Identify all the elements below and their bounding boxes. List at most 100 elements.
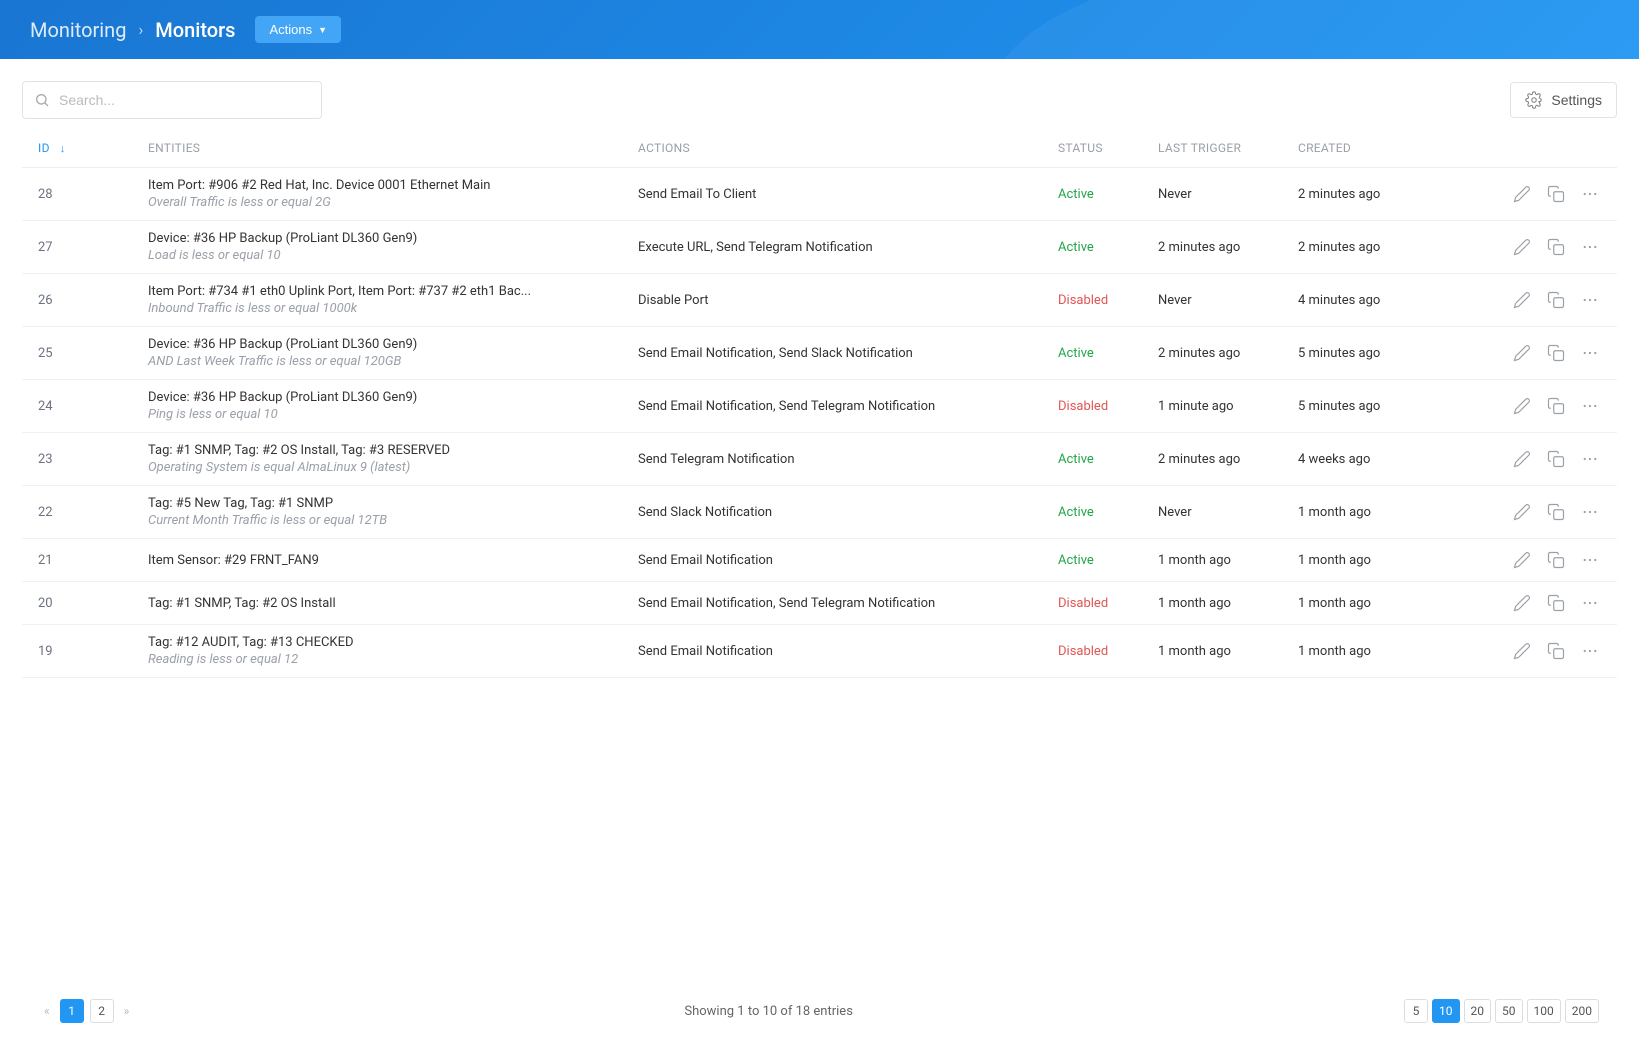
cell-id: 27: [38, 240, 148, 255]
copy-icon[interactable]: [1545, 448, 1567, 470]
more-icon[interactable]: [1579, 183, 1601, 205]
cell-entities: Tag: #1 SNMP, Tag: #2 OS Install: [148, 596, 638, 611]
cell-entities: Device: #36 HP Backup (ProLiant DL360 Ge…: [148, 390, 638, 422]
edit-icon[interactable]: [1511, 236, 1533, 258]
cell-id: 26: [38, 293, 148, 308]
cell-status: Active: [1058, 553, 1158, 568]
entity-primary: Device: #36 HP Backup (ProLiant DL360 Ge…: [148, 390, 638, 405]
column-header-last-trigger[interactable]: LAST TRIGGER: [1158, 141, 1298, 155]
copy-icon[interactable]: [1545, 289, 1567, 311]
cell-actions: Send Email Notification, Send Telegram N…: [638, 399, 1058, 414]
edit-icon[interactable]: [1511, 342, 1533, 364]
edit-icon[interactable]: [1511, 640, 1533, 662]
cell-status: Disabled: [1058, 596, 1158, 611]
table-row[interactable]: 25 Device: #36 HP Backup (ProLiant DL360…: [22, 327, 1617, 380]
page-next-double-icon[interactable]: »: [120, 1004, 134, 1018]
more-icon[interactable]: [1579, 640, 1601, 662]
table-row[interactable]: 23 Tag: #1 SNMP, Tag: #2 OS Install, Tag…: [22, 433, 1617, 486]
more-icon[interactable]: [1579, 549, 1601, 571]
entity-secondary: Overall Traffic is less or equal 2G: [148, 195, 638, 210]
breadcrumb-root[interactable]: Monitoring: [30, 18, 126, 42]
search-input[interactable]: [22, 81, 322, 119]
more-icon[interactable]: [1579, 342, 1601, 364]
settings-label: Settings: [1551, 92, 1602, 108]
page-prev-double-icon[interactable]: «: [40, 1004, 54, 1018]
monitors-table: ID ↓ ENTITIES ACTIONS STATUS LAST TRIGGE…: [0, 129, 1639, 979]
copy-icon[interactable]: [1545, 640, 1567, 662]
table-row[interactable]: 19 Tag: #12 AUDIT, Tag: #13 CHECKED Read…: [22, 625, 1617, 678]
cell-actions: Disable Port: [638, 293, 1058, 308]
cell-actions: Send Email To Client: [638, 187, 1058, 202]
copy-icon[interactable]: [1545, 236, 1567, 258]
column-header-created[interactable]: CREATED: [1298, 141, 1438, 155]
entity-primary: Device: #36 HP Backup (ProLiant DL360 Ge…: [148, 231, 638, 246]
more-icon[interactable]: [1579, 448, 1601, 470]
table-row[interactable]: 24 Device: #36 HP Backup (ProLiant DL360…: [22, 380, 1617, 433]
copy-icon[interactable]: [1545, 549, 1567, 571]
more-icon[interactable]: [1579, 236, 1601, 258]
entity-primary: Tag: #12 AUDIT, Tag: #13 CHECKED: [148, 635, 638, 650]
caret-down-icon: ▼: [318, 25, 327, 35]
entity-secondary: Load is less or equal 10: [148, 248, 638, 263]
edit-icon[interactable]: [1511, 183, 1533, 205]
column-header-status[interactable]: STATUS: [1058, 141, 1158, 155]
copy-icon[interactable]: [1545, 183, 1567, 205]
search-icon: [34, 92, 50, 108]
table-row[interactable]: 20 Tag: #1 SNMP, Tag: #2 OS Install Send…: [22, 582, 1617, 625]
table-row[interactable]: 26 Item Port: #734 #1 eth0 Uplink Port, …: [22, 274, 1617, 327]
more-icon[interactable]: [1579, 592, 1601, 614]
edit-icon[interactable]: [1511, 549, 1533, 571]
column-header-spacer: [1438, 141, 1601, 155]
more-icon[interactable]: [1579, 395, 1601, 417]
copy-icon[interactable]: [1545, 395, 1567, 417]
pagination-summary: Showing 1 to 10 of 18 entries: [684, 1004, 853, 1019]
settings-button[interactable]: Settings: [1510, 82, 1617, 118]
row-actions: [1438, 183, 1601, 205]
cell-id: 19: [38, 644, 148, 659]
entity-secondary: Reading is less or equal 12: [148, 652, 638, 667]
chevron-right-icon: ›: [138, 20, 143, 39]
cell-id: 22: [38, 505, 148, 520]
row-actions: [1438, 592, 1601, 614]
column-header-id[interactable]: ID ↓: [38, 141, 148, 155]
copy-icon[interactable]: [1545, 501, 1567, 523]
cell-status: Active: [1058, 346, 1158, 361]
cell-created: 1 month ago: [1298, 553, 1438, 568]
column-header-entities[interactable]: ENTITIES: [148, 141, 638, 155]
edit-icon[interactable]: [1511, 592, 1533, 614]
table-footer: « 12 » Showing 1 to 10 of 18 entries 510…: [0, 979, 1639, 1043]
cell-entities: Tag: #12 AUDIT, Tag: #13 CHECKED Reading…: [148, 635, 638, 667]
page-button[interactable]: 1: [60, 999, 84, 1023]
page-size-button[interactable]: 100: [1527, 999, 1561, 1023]
cell-actions: Execute URL, Send Telegram Notification: [638, 240, 1058, 255]
copy-icon[interactable]: [1545, 342, 1567, 364]
page-size-button[interactable]: 20: [1464, 999, 1492, 1023]
page-size-button[interactable]: 5: [1404, 999, 1428, 1023]
entity-primary: Tag: #1 SNMP, Tag: #2 OS Install: [148, 596, 638, 611]
cell-status: Active: [1058, 505, 1158, 520]
more-icon[interactable]: [1579, 501, 1601, 523]
table-row[interactable]: 27 Device: #36 HP Backup (ProLiant DL360…: [22, 221, 1617, 274]
cell-actions: Send Slack Notification: [638, 505, 1058, 520]
edit-icon[interactable]: [1511, 448, 1533, 470]
cell-entities: Item Sensor: #29 FRNT_FAN9: [148, 553, 638, 568]
gear-icon: [1525, 91, 1543, 109]
edit-icon[interactable]: [1511, 395, 1533, 417]
table-row[interactable]: 21 Item Sensor: #29 FRNT_FAN9 Send Email…: [22, 539, 1617, 582]
page-size-button[interactable]: 200: [1565, 999, 1599, 1023]
cell-actions: Send Email Notification: [638, 644, 1058, 659]
edit-icon[interactable]: [1511, 289, 1533, 311]
page-button[interactable]: 2: [90, 999, 114, 1023]
actions-dropdown-button[interactable]: Actions ▼: [255, 16, 341, 43]
entity-primary: Item Port: #734 #1 eth0 Uplink Port, Ite…: [148, 284, 638, 299]
more-icon[interactable]: [1579, 289, 1601, 311]
edit-icon[interactable]: [1511, 501, 1533, 523]
copy-icon[interactable]: [1545, 592, 1567, 614]
row-actions: [1438, 640, 1601, 662]
table-row[interactable]: 28 Item Port: #906 #2 Red Hat, Inc. Devi…: [22, 168, 1617, 221]
cell-entities: Device: #36 HP Backup (ProLiant DL360 Ge…: [148, 231, 638, 263]
column-header-actions[interactable]: ACTIONS: [638, 141, 1058, 155]
table-row[interactable]: 22 Tag: #5 New Tag, Tag: #1 SNMP Current…: [22, 486, 1617, 539]
page-size-button[interactable]: 50: [1495, 999, 1523, 1023]
page-size-button[interactable]: 10: [1432, 999, 1460, 1023]
